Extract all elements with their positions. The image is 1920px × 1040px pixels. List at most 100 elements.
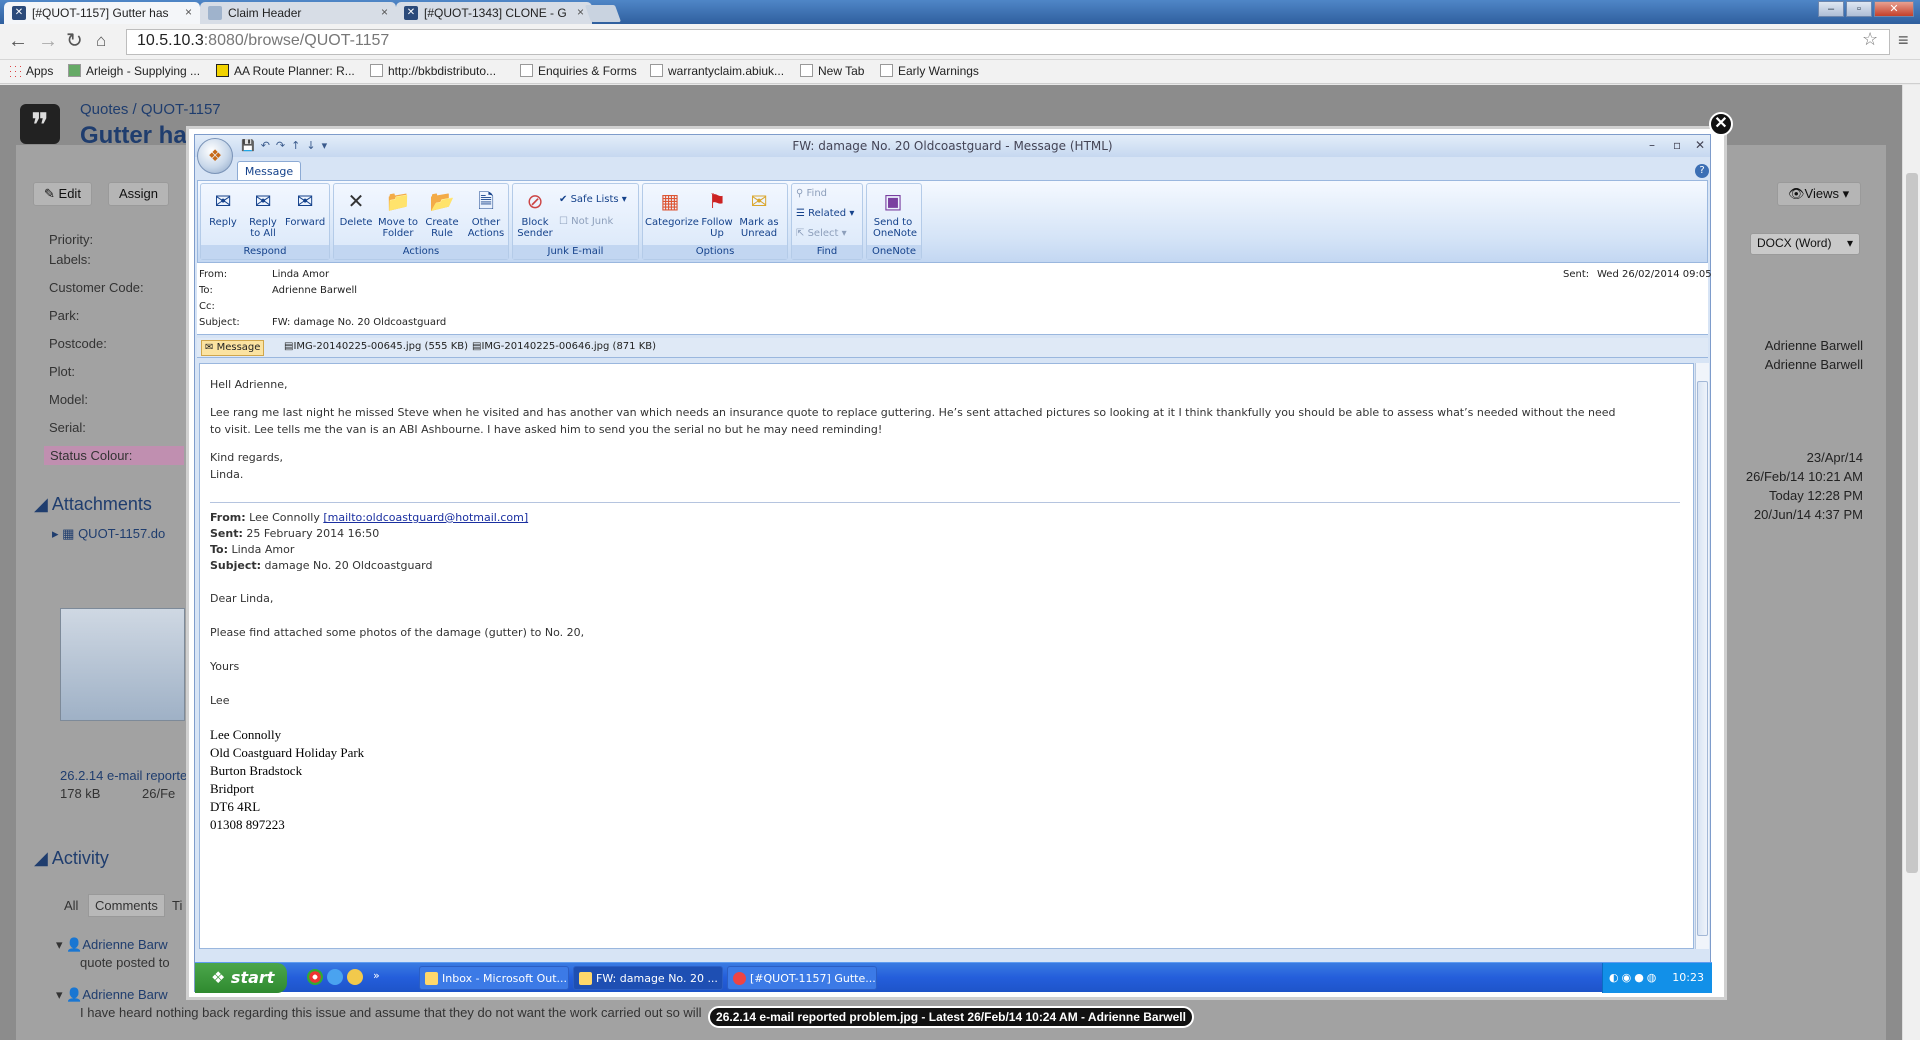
find-button[interactable]: ⚲ Find — [796, 188, 827, 199]
scrollbar-thumb[interactable] — [1906, 173, 1918, 873]
create-rule-button[interactable]: 📂 Create Rule — [422, 188, 462, 239]
start-button[interactable]: ❖ start — [195, 963, 287, 993]
attachment-img-00645[interactable]: ▤IMG-20140225-00645.jpg (555 KB) — [281, 340, 471, 356]
subject-value: FW: damage No. 20 Oldcoastguard — [272, 317, 447, 328]
activity-tab-other[interactable]: Ti — [172, 898, 182, 913]
to-value[interactable]: Adrienne Barwell — [272, 285, 357, 296]
safe-lists-button[interactable]: ✔ Safe Lists ▾ — [559, 194, 627, 205]
select-button[interactable]: ⇱ Select ▾ — [796, 228, 847, 239]
move-to-folder-button[interactable]: 📁 Move to Folder — [378, 188, 418, 239]
address-bar[interactable]: 10.5.10.3:8080/browse/QUOT-1157 — [126, 29, 1890, 55]
close-window-button[interactable]: ✕ — [1874, 1, 1914, 17]
page-scrollbar[interactable] — [1902, 85, 1920, 1040]
breadcrumb-project[interactable]: Quotes — [80, 101, 128, 118]
outlook-maximize-icon[interactable]: ▫ — [1673, 138, 1681, 152]
reporter-value[interactable]: Adrienne Barwell — [1765, 357, 1863, 372]
new-tab-button[interactable] — [584, 5, 622, 22]
collapse-triangle-icon[interactable]: ▾ — [56, 937, 63, 952]
not-junk-label: Not Junk — [571, 216, 614, 227]
related-button[interactable]: ☰ Related ▾ — [796, 208, 854, 219]
send-to-onenote-button[interactable]: ▣ Send to OneNote — [873, 188, 917, 239]
attachment-message[interactable]: ✉ Message — [201, 340, 265, 356]
bookmark-apps[interactable]: Apps — [8, 64, 53, 78]
message-scrollbar[interactable] — [1695, 363, 1709, 949]
bookmark-star-icon[interactable]: ☆ — [1862, 29, 1878, 50]
close-tab-icon[interactable]: × — [185, 5, 192, 19]
overflow-chevron-icon[interactable]: » — [373, 969, 380, 982]
not-junk-button[interactable]: ☐ Not Junk — [559, 216, 613, 227]
ribbon-tab-message[interactable]: Message — [237, 161, 301, 181]
office-button-icon[interactable]: ❖ — [197, 138, 233, 174]
bookmark-aa-route-planner[interactable]: AA Route Planner: R... — [216, 64, 355, 78]
bookmark-new-tab[interactable]: New Tab — [800, 64, 864, 78]
follow-up-button[interactable]: ⚑ Follow Up — [697, 188, 737, 239]
maximize-window-button[interactable]: ▫ — [1846, 1, 1872, 17]
comment-author[interactable]: Adrienne Barw — [82, 937, 167, 952]
message-header: From: Linda Amor To: Adrienne Barwell Cc… — [197, 263, 1712, 335]
quick-access-toolbar[interactable]: 💾↶↷↑↓▾ — [241, 139, 333, 152]
taskbar-item-quot-1157[interactable]: [#QUOT-1157] Gutte... — [727, 966, 877, 990]
from-value[interactable]: Linda Amor — [272, 269, 329, 280]
views-label: Views — [1804, 186, 1839, 201]
edit-button[interactable]: ✎ Edit — [33, 182, 92, 206]
close-viewer-button[interactable]: ✕ — [1709, 112, 1733, 136]
block-sender-button[interactable]: ⊘ Block Sender — [515, 188, 555, 239]
collapse-triangle-icon[interactable]: ▾ — [56, 987, 63, 1002]
help-icon[interactable]: ? — [1695, 164, 1709, 178]
categorize-button[interactable]: ▦ Categorize — [645, 188, 699, 228]
fw-subject-value: damage No. 20 Oldcoastguard — [264, 559, 433, 572]
message-scrollbar-thumb[interactable] — [1697, 381, 1708, 936]
resolved-date-value: 20/Jun/14 4:37 PM — [1753, 507, 1863, 522]
forward-button[interactable]: ✉ Forward — [285, 188, 325, 228]
taskbar-item-inbox[interactable]: Inbox - Microsoft Out... — [419, 966, 569, 990]
export-format-select[interactable]: DOCX (Word) ▾ — [1750, 233, 1860, 255]
bookmark-warrantyclaim[interactable]: warrantyclaim.abiuk... — [650, 64, 784, 78]
bookmark-enquiries-forms[interactable]: Enquiries & Forms — [520, 64, 637, 78]
tab-claim-header[interactable]: Claim Header × — [200, 2, 396, 24]
bookmark-early-warnings[interactable]: Early Warnings — [880, 64, 979, 78]
taskbar-item-fw-damage[interactable]: FW: damage No. 20 ... — [573, 966, 723, 990]
views-button[interactable]: 👁Views ▾ — [1777, 182, 1861, 206]
reply-all-button[interactable]: ✉ Reply to All — [243, 188, 283, 239]
select-label: Select — [807, 228, 839, 239]
mark-unread-button[interactable]: ✉ Mark as Unread — [739, 188, 779, 239]
breadcrumb-issue-key[interactable]: QUOT-1157 — [141, 101, 221, 118]
attachments-heading[interactable]: ◢ Attachments — [34, 494, 152, 515]
field-labels-label: Labels: — [49, 252, 91, 267]
bookmark-arleigh[interactable]: Arleigh - Supplying ... — [68, 64, 200, 78]
mark-unread-label: Mark as Unread — [739, 217, 779, 239]
quicklaunch-icon[interactable] — [347, 969, 363, 985]
home-icon[interactable]: ⌂ — [96, 30, 106, 52]
assignee-value[interactable]: Adrienne Barwell — [1765, 338, 1863, 353]
bookmark-bkbdistributo[interactable]: http://bkbdistributo... — [370, 64, 496, 78]
ie-icon[interactable] — [327, 969, 343, 985]
outlook-minimize-icon[interactable]: – — [1649, 138, 1655, 152]
assign-button[interactable]: Assign — [108, 182, 170, 206]
outlook-close-icon[interactable]: ✕ — [1695, 138, 1705, 152]
tray-icons[interactable]: ◐◉●◍ — [1609, 971, 1659, 984]
ribbon-group-find: ⚲ Find ☰ Related ▾ ⇱ Select ▾ Find — [791, 183, 863, 260]
attachment-img-00646[interactable]: ▤IMG-20140225-00646.jpg (871 KB) — [469, 340, 659, 356]
activity-tab-comments[interactable]: Comments — [88, 894, 165, 917]
message-body[interactable]: Hell Adrienne, Lee rang me last night he… — [199, 363, 1694, 949]
delete-button[interactable]: ✕ Delete — [336, 188, 376, 228]
activity-heading[interactable]: ◢ Activity — [34, 848, 109, 869]
menu-icon[interactable]: ≡ — [1898, 30, 1909, 51]
thumbnail-caption[interactable]: 26.2.14 e-mail reporte — [60, 768, 187, 783]
chrome-icon[interactable] — [307, 969, 323, 985]
close-tab-icon[interactable]: × — [381, 5, 388, 19]
tab-quot-1157[interactable]: ✕ [#QUOT-1157] Gutter has × — [4, 2, 200, 24]
forward-arrow-icon[interactable]: → — [38, 30, 58, 52]
reply-button[interactable]: ✉ Reply — [203, 188, 243, 228]
fw-email-link[interactable]: [mailto:oldcoastguard@hotmail.com] — [323, 511, 528, 524]
attachment-thumbnail[interactable] — [60, 608, 185, 721]
reload-icon[interactable]: ↻ — [66, 30, 83, 52]
comment-author[interactable]: Adrienne Barw — [82, 987, 167, 1002]
minimize-window-button[interactable]: – — [1818, 1, 1844, 17]
close-tab-icon[interactable]: × — [577, 5, 584, 19]
other-actions-button[interactable]: 🗎 Other Actions — [466, 188, 506, 239]
activity-tab-all[interactable]: All — [64, 898, 78, 913]
back-arrow-icon[interactable]: ← — [8, 30, 28, 52]
attachment-file[interactable]: ▸ ▦ QUOT-1157.do — [52, 526, 165, 542]
tab-quot-1343[interactable]: ✕ [#QUOT-1343] CLONE - G × — [396, 2, 592, 24]
